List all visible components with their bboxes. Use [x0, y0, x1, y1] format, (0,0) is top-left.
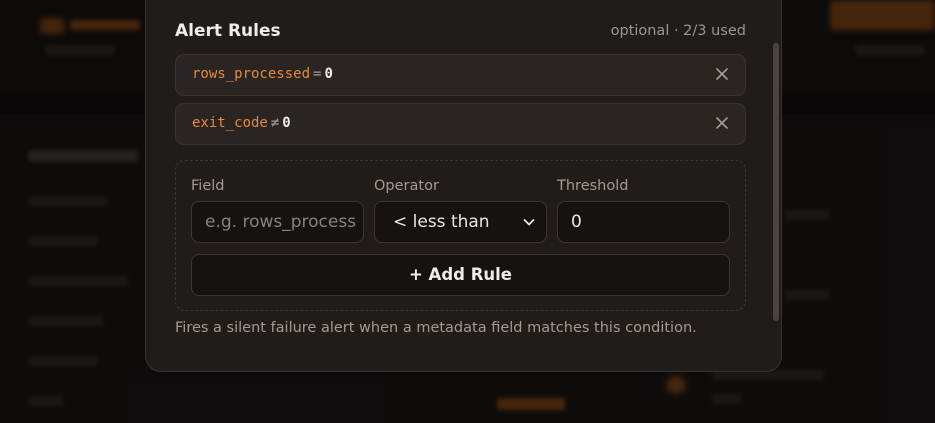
chevron-down-icon: [523, 219, 535, 226]
rule-operator: ≠: [270, 115, 280, 131]
field-input-placeholder: e.g. rows_process: [205, 212, 357, 232]
close-icon: [716, 68, 728, 80]
operator-selected-value: < less than: [393, 212, 490, 232]
scrollbar-thumb[interactable]: [773, 43, 779, 321]
remove-rule-button[interactable]: [713, 114, 731, 132]
operator-select[interactable]: < less than: [374, 201, 547, 243]
rule-operator: =: [313, 66, 322, 82]
section-title: Alert Rules: [175, 21, 281, 41]
alert-rule-item: rows_processed = 0: [175, 54, 746, 96]
modal-scrollbar[interactable]: [772, 41, 780, 325]
helper-text: Fires a silent failure alert when a meta…: [175, 320, 697, 336]
alert-rules-header: Alert Rules optional · 2/3 used: [175, 19, 746, 43]
rule-value: 0: [282, 115, 291, 131]
rule-field: rows_processed: [192, 66, 311, 82]
rule-value: 0: [324, 66, 333, 82]
threshold-input[interactable]: 0: [557, 201, 730, 243]
rule-expression: rows_processed = 0: [192, 66, 333, 82]
alert-rule-item: exit_code ≠ 0: [175, 103, 746, 145]
field-input[interactable]: e.g. rows_process: [191, 201, 364, 243]
rules-usage-count: optional · 2/3 used: [610, 23, 746, 39]
rule-field: exit_code: [192, 115, 268, 131]
field-label: Field: [191, 178, 225, 194]
close-icon: [716, 117, 728, 129]
remove-rule-button[interactable]: [713, 65, 731, 83]
threshold-label: Threshold: [557, 178, 629, 194]
new-rule-builder: Field Operator Threshold e.g. rows_proce…: [175, 160, 746, 311]
add-rule-button[interactable]: + Add Rule: [191, 254, 730, 296]
threshold-value: 0: [571, 212, 582, 232]
operator-label: Operator: [374, 178, 439, 194]
edit-monitor-modal: Alert Rules optional · 2/3 used rows_pro…: [145, 0, 782, 372]
rule-expression: exit_code ≠ 0: [192, 115, 291, 131]
